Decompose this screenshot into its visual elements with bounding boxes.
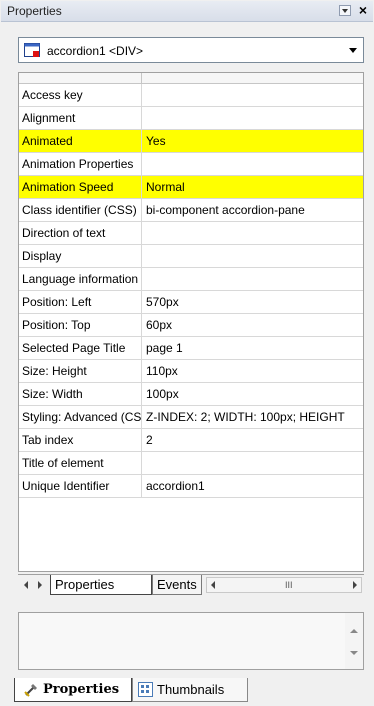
scroll-down-icon[interactable] (350, 651, 358, 655)
property-name: Access key (19, 84, 142, 106)
property-name: Animated (19, 130, 142, 152)
property-value[interactable] (145, 107, 363, 129)
property-name: Alignment (19, 107, 142, 129)
bottom-tab-thumbnails-label: Thumbnails (157, 682, 225, 697)
property-name: Language information (19, 268, 142, 290)
property-grid: Access key Alignment Animated Yes Animation … (18, 72, 364, 572)
property-name: Title of element (19, 452, 142, 474)
bottom-tab-properties[interactable]: Properties (14, 678, 132, 702)
bottom-tab-bar: Properties Thumbnails (0, 678, 374, 706)
scroll-up-icon[interactable] (350, 629, 358, 633)
vertical-scrollbar[interactable] (345, 613, 363, 669)
property-row[interactable]: Language information (19, 268, 363, 291)
property-value[interactable] (145, 222, 363, 244)
thumbnails-icon (138, 682, 153, 697)
window-menu-button[interactable] (339, 5, 351, 16)
properties-panel: Properties × accordion1 <DIV> Access key… (0, 0, 374, 706)
property-value[interactable]: 100px (145, 383, 363, 405)
description-box (18, 612, 364, 670)
property-value[interactable]: 570px (145, 291, 363, 313)
property-value[interactable]: Normal (145, 176, 363, 198)
property-row[interactable]: Animation Properties (19, 153, 363, 176)
property-value[interactable]: accordion1 (145, 475, 363, 497)
inner-tab-strip: Properties Events III (18, 574, 364, 597)
horizontal-scrollbar[interactable]: III (206, 577, 362, 593)
bottom-tab-thumbnails[interactable]: Thumbnails (132, 678, 248, 702)
property-name: Size: Width (19, 383, 142, 405)
property-value[interactable] (145, 153, 363, 175)
tab-events[interactable]: Events (152, 575, 202, 595)
property-row[interactable]: Size: Height 110px (19, 360, 363, 383)
property-value[interactable]: page 1 (145, 337, 363, 359)
property-row[interactable]: Position: Left 570px (19, 291, 363, 314)
property-row[interactable]: Position: Top 60px (19, 314, 363, 337)
property-row[interactable]: Animated Yes (19, 130, 363, 153)
element-selector-value: accordion1 <DIV> (47, 44, 144, 58)
property-value[interactable]: bi-component accordion-pane (145, 199, 363, 221)
scroll-right-icon[interactable] (353, 581, 357, 589)
property-row[interactable]: Styling: Advanced (CSS) Z-INDEX: 2; WIDTH… (19, 406, 363, 429)
property-name: Unique Identifier (19, 475, 142, 497)
property-row[interactable]: Alignment (19, 107, 363, 130)
property-name: Animation Properties (19, 153, 142, 175)
bottom-tab-properties-label: Properties (43, 682, 120, 697)
tab-scroll-right-icon[interactable] (38, 581, 42, 589)
grid-header (19, 73, 363, 84)
property-name: Position: Top (19, 314, 142, 336)
property-value[interactable] (145, 452, 363, 474)
property-value[interactable]: Z-INDEX: 2; WIDTH: 100px; HEIGHT (145, 406, 363, 428)
property-name: Selected Page Title (19, 337, 142, 359)
close-icon[interactable]: × (355, 3, 371, 19)
property-row[interactable]: Title of element (19, 452, 363, 475)
property-row[interactable]: Animation Speed Normal (19, 176, 363, 199)
property-row[interactable]: Size: Width 100px (19, 383, 363, 406)
property-value[interactable] (145, 84, 363, 106)
property-name: Direction of text (19, 222, 142, 244)
title-bar: Properties × (1, 1, 373, 22)
property-name: Position: Left (19, 291, 142, 313)
scroll-grip[interactable]: III (285, 580, 293, 590)
property-value[interactable]: 2 (145, 429, 363, 451)
property-value[interactable]: Yes (145, 130, 363, 152)
property-name: Tab index (19, 429, 142, 451)
property-row[interactable]: Selected Page Title page 1 (19, 337, 363, 360)
property-name: Display (19, 245, 142, 267)
tab-properties[interactable]: Properties (50, 575, 152, 595)
tab-scroll-left-icon[interactable] (24, 581, 28, 589)
property-value[interactable]: 60px (145, 314, 363, 336)
property-row[interactable]: Display (19, 245, 363, 268)
property-value[interactable]: 110px (145, 360, 363, 382)
property-row[interactable]: Direction of text (19, 222, 363, 245)
property-value[interactable] (145, 268, 363, 290)
property-name: Class identifier (CSS) (19, 199, 142, 221)
html-element-icon (24, 43, 40, 57)
scroll-left-icon[interactable] (211, 581, 215, 589)
property-name: Size: Height (19, 360, 142, 382)
property-name: Styling: Advanced (CSS) (19, 406, 142, 428)
chevron-down-icon[interactable] (343, 38, 363, 62)
property-row[interactable]: Access key (19, 84, 363, 107)
panel-title: Properties (7, 4, 62, 18)
property-name: Animation Speed (19, 176, 142, 198)
element-selector[interactable]: accordion1 <DIV> (18, 37, 364, 63)
property-row[interactable]: Class identifier (CSS) bi-component accor… (19, 199, 363, 222)
property-row[interactable]: Unique Identifier accordion1 (19, 475, 363, 498)
property-row[interactable]: Tab index 2 (19, 429, 363, 452)
property-value[interactable] (145, 245, 363, 267)
properties-icon (24, 684, 37, 697)
